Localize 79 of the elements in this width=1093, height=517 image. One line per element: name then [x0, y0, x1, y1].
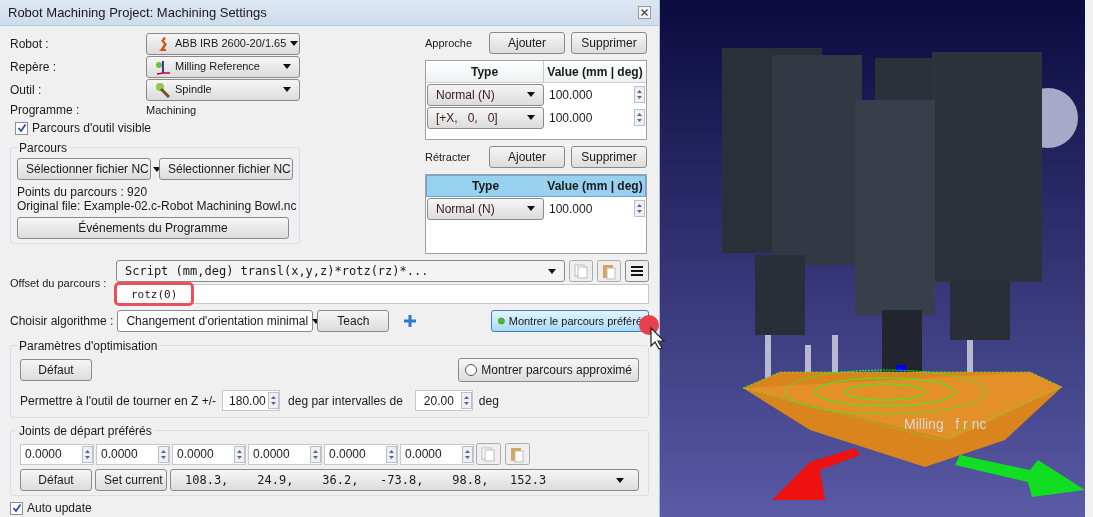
number-field[interactable]: 20.00 — [414, 390, 473, 411]
field-label: Outil : — [10, 81, 43, 99]
spin-arrows-icon[interactable] — [234, 445, 245, 463]
number-field[interactable]: 0.0000 — [324, 443, 398, 465]
button[interactable]: Supprimer — [571, 32, 647, 54]
button[interactable]: Ajouter — [489, 32, 565, 54]
number-field[interactable]: 0.0000 — [248, 443, 322, 465]
caret-icon — [548, 268, 556, 274]
dropdown[interactable]: Normal (N) — [427, 83, 544, 106]
dropdown[interactable]: [+X, 0, 0] — [427, 106, 544, 129]
plus-icon[interactable] — [403, 314, 418, 328]
number-field[interactable]: 180.00 — [222, 390, 281, 411]
checkbox-label: Auto update — [27, 500, 92, 517]
button[interactable]: Défaut — [20, 469, 92, 491]
points-count: Points du parcours : 920 — [17, 185, 149, 199]
field-label: deg par intervalles de — [288, 392, 403, 410]
button[interactable]: Sélectionner fichier NC — [159, 158, 293, 180]
number-field[interactable]: 0.0000 — [20, 443, 94, 465]
show-path-button[interactable]: Montrer le parcours préféré — [491, 310, 649, 332]
button[interactable]: Supprimer — [571, 146, 647, 168]
spindle-tool-icon — [155, 81, 171, 98]
unit-label: deg — [478, 392, 499, 410]
caret-icon — [527, 206, 535, 211]
program-name: Machining — [146, 102, 197, 118]
caret-icon — [283, 64, 291, 69]
checkbox[interactable] — [15, 121, 28, 135]
expression-field[interactable]: rotz(0) — [116, 284, 649, 304]
caret-icon — [616, 477, 624, 483]
coordinate-axes-icon — [155, 58, 171, 75]
field-label: Robot : — [10, 35, 50, 53]
dropdown[interactable]: Normal (N) — [427, 197, 544, 220]
spin-arrows-icon[interactable] — [82, 445, 93, 463]
window-title: Robot Machining Project: Machining Settings — [8, 3, 267, 22]
spin-arrows-icon[interactable] — [310, 445, 321, 463]
section-label: Approche — [425, 35, 474, 51]
spin-arrows-icon[interactable] — [158, 445, 169, 463]
caret-icon — [290, 41, 299, 46]
caret-icon — [283, 87, 291, 92]
spin-arrows-icon[interactable] — [268, 392, 280, 409]
field-label: Permettre à l'outil de tourner en Z +/- — [20, 392, 217, 410]
number-field[interactable]: 0.0000 — [172, 443, 246, 465]
dropdown[interactable]: Script (mm,deg) transl(x,y,z)*rotz(rz)*... — [116, 260, 565, 282]
field-label: Programme : — [10, 102, 81, 119]
spin-arrows-icon[interactable] — [462, 445, 473, 463]
number-field[interactable]: 0.0000 — [400, 443, 474, 465]
status-dot-icon — [498, 315, 505, 327]
radio-indicator[interactable] — [465, 364, 478, 376]
spin-arrows-icon[interactable] — [634, 200, 645, 217]
button[interactable]: Ajouter — [489, 146, 565, 168]
spin-arrows-icon[interactable] — [386, 445, 397, 463]
button[interactable]: Événements du Programme — [17, 217, 289, 239]
caret-icon — [527, 92, 535, 97]
button[interactable]: Set current — [95, 469, 167, 491]
dropdown[interactable]: ABB IRB 2600-20/1.65 — [146, 32, 300, 55]
spin-arrows-icon[interactable] — [634, 109, 645, 126]
caret-icon — [527, 115, 535, 120]
column-header: Value (mm | deg) — [546, 178, 644, 195]
button[interactable]: Défaut — [20, 359, 92, 381]
field-label: Offset du parcours : — [10, 275, 108, 291]
number-field[interactable]: 0.0000 — [96, 443, 170, 465]
dropdown[interactable]: Spindle — [146, 78, 300, 101]
column-header: Value (mm | deg) — [546, 63, 644, 81]
spin-arrows-icon[interactable] — [634, 86, 645, 103]
menu-icon[interactable] — [625, 260, 649, 282]
viewport-label: Milling f r nc — [904, 415, 987, 434]
section-label: Rétracter — [425, 149, 472, 165]
dropdown[interactable]: Changement d'orientation minimal — [117, 310, 314, 332]
column-header: Type — [427, 176, 545, 196]
dropdown[interactable]: Milling Reference — [146, 55, 300, 78]
column-header: Type — [426, 61, 544, 82]
dropdown[interactable]: 108.3, 24.9, 36.2, -73.8, 98.8, 152.3 — [170, 469, 639, 491]
field-label: Repère : — [10, 58, 58, 76]
checkbox-label: Parcours d'outil visible — [32, 120, 151, 137]
spin-arrows-icon[interactable] — [460, 392, 472, 409]
button[interactable]: Teach — [317, 310, 390, 332]
close-icon[interactable] — [638, 6, 651, 19]
field-label: Choisir algorithme : — [10, 313, 114, 330]
checkbox[interactable] — [10, 501, 23, 515]
radio-button[interactable]: Montrer parcours approximé — [458, 358, 639, 382]
